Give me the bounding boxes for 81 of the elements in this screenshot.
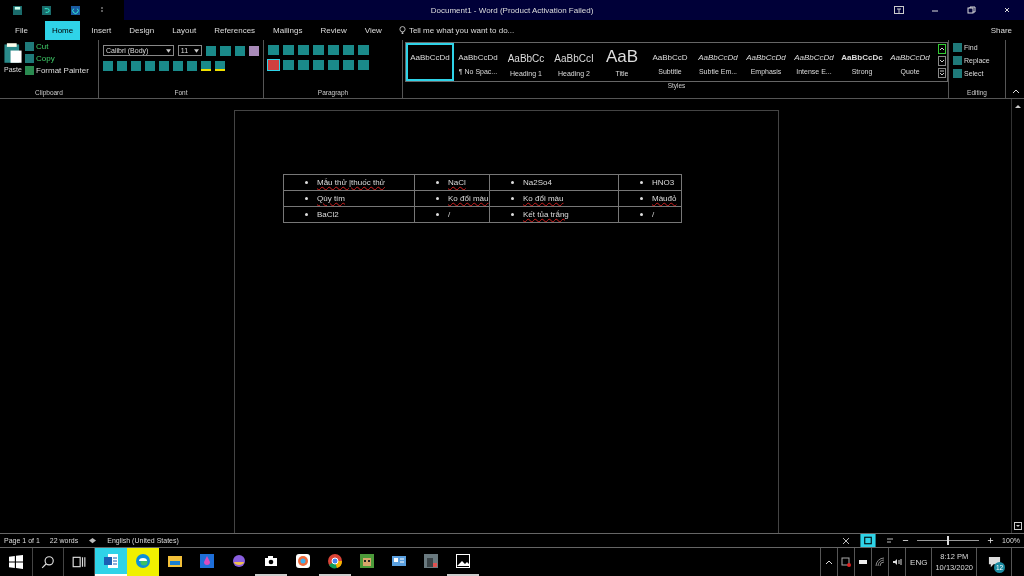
ribbon-tab[interactable]: Layout: [165, 22, 204, 38]
table-cell: Ko đổi màu: [523, 193, 564, 205]
notification-icon[interactable]: [987, 555, 1001, 569]
ribbon-tab[interactable]: Home: [44, 20, 81, 40]
dropdown-icon: [194, 48, 200, 53]
toolbar-button[interactable]: [220, 45, 231, 56]
bullet-icon: [511, 197, 514, 200]
table-cell: BaCl2: [317, 209, 339, 221]
proofing-icon[interactable]: [88, 537, 98, 544]
collapse-ribbon-icon[interactable]: [1012, 88, 1020, 94]
share-button[interactable]: Share: [990, 25, 1012, 35]
bullet-icon: [640, 181, 643, 184]
ribbon-tab[interactable]: File: [8, 22, 35, 38]
table-cell: HNO3: [652, 177, 675, 189]
browser-icon: [135, 553, 151, 569]
ribbon-tab[interactable]: Mailings: [266, 22, 310, 38]
chrome-icon: [327, 553, 343, 569]
folder-icon: [167, 553, 183, 569]
close-icon[interactable]: [1002, 6, 1012, 14]
toolbar-button[interactable]: [248, 45, 259, 56]
scroll-down-icon[interactable]: [1014, 522, 1022, 530]
table-cell: Kết tủa trắng: [523, 209, 569, 221]
bullet-icon: [305, 213, 308, 216]
expand-icon[interactable]: [938, 68, 946, 78]
bullet-icon: [640, 213, 643, 216]
window-title: Document1 - Word (Product Activation Failed): [430, 6, 594, 15]
bullet-icon: [305, 181, 308, 184]
photos-icon: [455, 553, 471, 569]
bullet-icon: [436, 197, 439, 200]
thumbnail-icon: [423, 553, 439, 569]
table-cell: Qùy tím: [317, 193, 345, 205]
drop-icon: [199, 553, 215, 569]
document-icon: [103, 553, 119, 569]
toolbar-button[interactable]: [234, 45, 245, 56]
camera-icon: [263, 553, 279, 569]
bullet-icon: [305, 197, 308, 200]
ribbon-tab[interactable]: Insert: [84, 22, 119, 38]
table-cell: /: [448, 209, 451, 221]
card-icon: [391, 553, 407, 569]
style-swatch[interactable]: AaBbCcDd: [406, 43, 454, 81]
table-cell: /: [652, 209, 655, 221]
undo-icon[interactable]: [42, 5, 51, 15]
ribbon-display-icon[interactable]: [894, 6, 904, 14]
table-cell: Ko đổi màu: [448, 193, 489, 205]
dropdown-icon: [165, 48, 171, 53]
ribbon-tab[interactable]: Design: [122, 22, 162, 38]
palette-icon: [295, 553, 311, 569]
save-icon[interactable]: [13, 5, 22, 15]
table-cell: Na2So4: [523, 177, 552, 189]
redo-icon[interactable]: [71, 5, 80, 15]
scroll-down-icon[interactable]: [938, 56, 946, 66]
table-cell: NaCl: [448, 177, 466, 189]
ribbon-tab[interactable]: View: [357, 22, 389, 38]
bullet-icon: [511, 213, 514, 216]
ribbon-tab[interactable]: Review: [313, 22, 354, 38]
toolbar-button[interactable]: [206, 45, 217, 56]
bullet-icon: [640, 197, 643, 200]
clipboard-command[interactable]: Cut: [25, 42, 89, 51]
restore-icon[interactable]: [966, 6, 976, 14]
zoom-thumb[interactable]: [947, 536, 950, 545]
game-icon: [359, 553, 375, 569]
bullet-icon: [436, 181, 439, 184]
tell-me-field[interactable]: Tell me what you want to do...: [398, 25, 549, 35]
focus-icon[interactable]: [842, 536, 851, 545]
clipboard-command[interactable]: Copy: [25, 54, 89, 63]
zoom-in-icon[interactable]: [987, 537, 995, 544]
table-cell: Mẫu thử |thuốc thử: [317, 177, 385, 189]
input-language[interactable]: ENG: [905, 548, 932, 576]
zoom-out-icon[interactable]: [902, 537, 910, 544]
bullet-icon: [511, 181, 514, 184]
lightbulb-icon: [398, 25, 406, 35]
scroll-up-icon[interactable]: [1014, 102, 1022, 110]
customize-icon[interactable]: [100, 5, 104, 15]
web-layout-icon[interactable]: [886, 536, 895, 545]
print-layout-icon[interactable]: [858, 534, 879, 547]
bullet-icon: [436, 213, 439, 216]
clipboard-command[interactable]: Format Painter: [25, 66, 89, 75]
ribbon-tab[interactable]: References: [207, 22, 263, 38]
scroll-up-icon[interactable]: [938, 44, 946, 54]
orb-icon: [231, 553, 247, 569]
table-cell: Màuđỏ: [652, 193, 677, 205]
